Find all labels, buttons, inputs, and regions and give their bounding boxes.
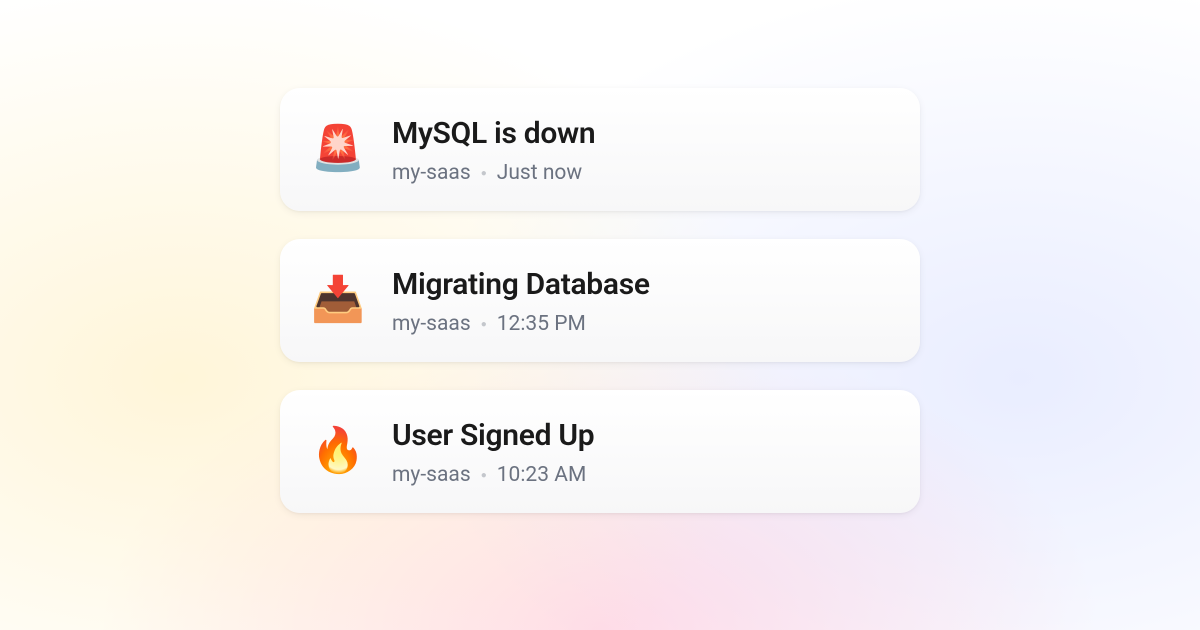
siren-icon: 🚨 bbox=[312, 122, 364, 174]
meta-separator: ● bbox=[481, 319, 487, 330]
notification-source: my-saas bbox=[392, 161, 471, 185]
inbox-download-icon: 📥 bbox=[312, 273, 364, 325]
notification-meta: my-saas ● 12:35 PM bbox=[392, 312, 888, 336]
notification-content: Migrating Database my-saas ● 12:35 PM bbox=[392, 267, 888, 336]
notification-timestamp: Just now bbox=[497, 161, 582, 185]
notification-content: User Signed Up my-saas ● 10:23 AM bbox=[392, 418, 888, 487]
notification-timestamp: 10:23 AM bbox=[497, 463, 587, 487]
notification-title: Migrating Database bbox=[392, 267, 888, 302]
notification-card[interactable]: 📥 Migrating Database my-saas ● 12:35 PM bbox=[280, 239, 920, 362]
fire-icon: 🔥 bbox=[312, 424, 364, 476]
notification-card[interactable]: 🔥 User Signed Up my-saas ● 10:23 AM bbox=[280, 390, 920, 513]
notification-content: MySQL is down my-saas ● Just now bbox=[392, 116, 888, 185]
notification-title: User Signed Up bbox=[392, 418, 888, 453]
notification-title: MySQL is down bbox=[392, 116, 888, 151]
notification-meta: my-saas ● Just now bbox=[392, 161, 888, 185]
notification-card[interactable]: 🚨 MySQL is down my-saas ● Just now bbox=[280, 88, 920, 211]
meta-separator: ● bbox=[481, 168, 487, 179]
notification-meta: my-saas ● 10:23 AM bbox=[392, 463, 888, 487]
meta-separator: ● bbox=[481, 470, 487, 481]
notification-timestamp: 12:35 PM bbox=[497, 312, 586, 336]
notification-source: my-saas bbox=[392, 463, 471, 487]
notification-source: my-saas bbox=[392, 312, 471, 336]
